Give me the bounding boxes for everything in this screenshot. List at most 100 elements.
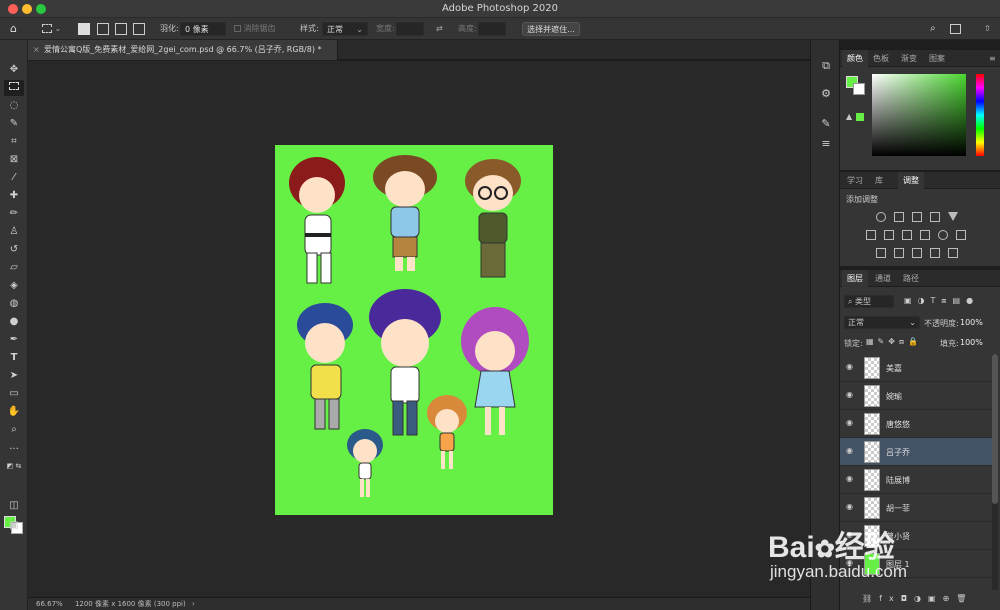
visibility-eye-icon[interactable]: ◉ — [846, 390, 856, 399]
vibrance-icon[interactable] — [948, 212, 958, 221]
adjustments-icon[interactable]: ≡ — [818, 136, 834, 152]
visibility-eye-icon[interactable]: ◉ — [846, 474, 856, 483]
hue-slider[interactable] — [976, 74, 984, 156]
exposure-icon[interactable] — [930, 212, 940, 222]
levels-icon[interactable] — [894, 212, 904, 222]
type-tool-icon[interactable]: T — [4, 350, 24, 366]
quick-mask-icon[interactable]: ◫ — [4, 498, 24, 514]
crop-tool-icon[interactable]: ⌗ — [4, 134, 24, 150]
opacity-input[interactable]: 100% — [960, 318, 983, 327]
antialias-checkbox[interactable]: 消除锯齿 — [234, 22, 276, 36]
channel-mixer-icon[interactable] — [938, 230, 948, 240]
black-white-icon[interactable] — [902, 230, 912, 240]
history-panel-icon[interactable]: ⧉ — [818, 58, 834, 74]
more-tools-icon[interactable]: ··· — [4, 442, 24, 458]
home-icon[interactable]: ⌂ — [10, 22, 17, 36]
brush-tool-icon[interactable]: ✏ — [4, 206, 24, 222]
visibility-eye-icon[interactable]: ◉ — [846, 446, 856, 455]
eraser-tool-icon[interactable]: ▱ — [4, 260, 24, 276]
layers-footer-icons[interactable]: ⛓fx◘◑▣⊕🗑 — [862, 594, 973, 603]
subtract-selection-icon[interactable] — [115, 23, 127, 35]
frame-tool-icon[interactable]: ⊠ — [4, 152, 24, 168]
layer-row[interactable]: ◉ 美嘉 — [840, 354, 994, 382]
eyedropper-tool-icon[interactable]: ⁄ — [4, 170, 24, 186]
default-colors-icon[interactable]: ◩ ⇆ — [4, 458, 24, 474]
move-tool-icon[interactable]: ✥ — [4, 62, 24, 78]
clone-stamp-tool-icon[interactable]: ♙ — [4, 224, 24, 240]
healing-brush-tool-icon[interactable]: ✚ — [4, 188, 24, 204]
invert-icon[interactable] — [876, 248, 886, 258]
workspace-icon[interactable] — [950, 24, 961, 34]
tab-channels[interactable]: 通道 — [870, 270, 896, 287]
threshold-icon[interactable] — [912, 248, 922, 258]
screen-mode-icon[interactable]: ▣ — [4, 518, 24, 534]
layer-row[interactable]: ◉ 图层 1 — [840, 550, 994, 578]
brightness-icon[interactable] — [876, 212, 886, 222]
layers-scrollbar[interactable] — [992, 354, 998, 590]
intersect-selection-icon[interactable] — [133, 23, 145, 35]
visibility-eye-icon[interactable]: ◉ — [846, 530, 856, 539]
layer-row[interactable]: ◉ 陆展博 — [840, 466, 994, 494]
hue-saturation-icon[interactable] — [866, 230, 876, 240]
style-select[interactable]: 正常 ⌄ — [322, 22, 368, 36]
layer-row[interactable]: ◉ 唐悠悠 — [840, 410, 994, 438]
blur-tool-icon[interactable]: ◍ — [4, 296, 24, 312]
hand-tool-icon[interactable]: ✋ — [4, 404, 24, 420]
blend-mode-select[interactable]: 正常 ⌄ — [844, 316, 920, 329]
properties-panel-icon[interactable]: ⚙ — [818, 86, 834, 102]
tab-paths[interactable]: 路径 — [898, 270, 924, 287]
curves-icon[interactable] — [912, 212, 922, 222]
tab-libraries[interactable]: 库 — [870, 172, 888, 189]
width-input[interactable] — [396, 22, 424, 36]
document-tab[interactable]: × 爱情公寓Q版_免费素材_爱给网_2gei_com.psd @ 66.7% (… — [28, 40, 338, 60]
tab-learn[interactable]: 学习 — [842, 172, 868, 189]
feather-input[interactable]: 0 像素 — [180, 22, 226, 36]
posterize-icon[interactable] — [894, 248, 904, 258]
color-lookup-icon[interactable] — [956, 230, 966, 240]
gradient-map-icon[interactable] — [930, 248, 940, 258]
tab-adjustments[interactable]: 调整 — [898, 172, 924, 189]
history-brush-tool-icon[interactable]: ↺ — [4, 242, 24, 258]
rectangle-tool-icon[interactable]: ▭ — [4, 386, 24, 402]
layer-filter-select[interactable]: ⌕ 类型 — [844, 295, 894, 308]
color-bg-swatch[interactable] — [853, 83, 865, 95]
tab-layers[interactable]: 图层 — [842, 270, 868, 287]
color-balance-icon[interactable] — [884, 230, 894, 240]
status-chevron-icon[interactable]: › — [192, 600, 195, 608]
layer-row-selected[interactable]: ◉ 吕子乔 — [840, 438, 994, 466]
fill-input[interactable]: 100% — [960, 338, 983, 347]
color-field[interactable] — [872, 74, 966, 156]
layers-scrollbar-thumb[interactable] — [992, 354, 998, 504]
swap-dimensions-icon[interactable]: ⇄ — [436, 22, 443, 36]
pen-tool-icon[interactable]: ✒ — [4, 332, 24, 348]
dodge-tool-icon[interactable]: ● — [4, 314, 24, 330]
quick-selection-tool-icon[interactable]: ✎ — [4, 116, 24, 132]
close-tab-icon[interactable]: × — [33, 40, 40, 60]
add-selection-icon[interactable] — [97, 23, 109, 35]
height-input[interactable] — [478, 22, 506, 36]
marquee-tool-icon[interactable] — [4, 80, 24, 96]
share-icon[interactable]: ⇧ — [984, 22, 991, 36]
visibility-eye-icon[interactable]: ◉ — [846, 418, 856, 427]
path-selection-tool-icon[interactable]: ➤ — [4, 368, 24, 384]
search-icon[interactable]: ⌕ — [930, 22, 936, 36]
new-selection-icon[interactable] — [78, 23, 90, 35]
photo-filter-icon[interactable] — [920, 230, 930, 240]
zoom-level[interactable]: 66.67% — [36, 600, 63, 608]
tab-patterns[interactable]: 图案 — [924, 50, 950, 67]
zoom-tool-icon[interactable]: ⌕ — [4, 422, 24, 438]
layer-row[interactable]: ◉ 婉瑜 — [840, 382, 994, 410]
marquee-tool-preset[interactable]: ⌄ — [42, 22, 66, 36]
selective-color-icon[interactable] — [948, 248, 958, 258]
lasso-tool-icon[interactable]: ◌ — [4, 98, 24, 114]
paint-bucket-tool-icon[interactable]: ◈ — [4, 278, 24, 294]
panel-menu-icon[interactable]: ≡ — [984, 50, 1000, 67]
web-safe-swatch[interactable] — [856, 113, 864, 121]
select-and-mask-button[interactable]: 选择并遮住... — [522, 22, 580, 36]
tab-color[interactable]: 颜色 — [842, 50, 868, 67]
visibility-eye-icon[interactable]: ◉ — [846, 502, 856, 511]
tab-swatches[interactable]: 色板 — [868, 50, 894, 67]
visibility-eye-icon[interactable]: ◉ — [846, 362, 856, 371]
visibility-eye-icon[interactable]: ◉ — [846, 558, 856, 567]
document-size-info[interactable]: 1200 像素 x 1600 像素 (300 ppi) — [75, 600, 186, 608]
